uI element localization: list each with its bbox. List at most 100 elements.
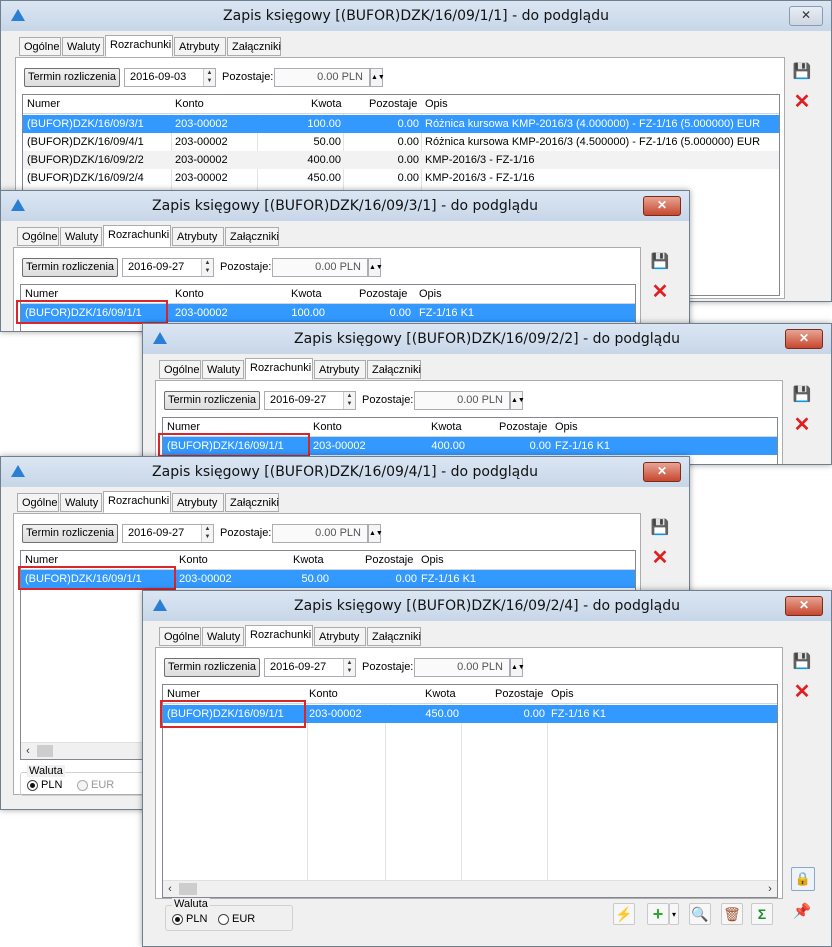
table-row[interactable]: (BUFOR)DZK/16/09/2/2 203-00002 400.00 0.… bbox=[23, 151, 779, 169]
dropdown-arrow-icon[interactable]: ▾ bbox=[669, 903, 679, 925]
close-icon[interactable]: ✕ bbox=[785, 329, 823, 349]
scroll-thumb[interactable] bbox=[37, 745, 53, 757]
close-icon[interactable]: ✕ bbox=[789, 6, 823, 26]
tab-zalaczniki[interactable]: Załączniki bbox=[367, 627, 421, 646]
tab-ogolne[interactable]: Ogólne bbox=[159, 627, 201, 646]
tab-atrybuty[interactable]: Atrybuty bbox=[314, 360, 366, 379]
tab-rozrachunki[interactable]: Rozrachunki bbox=[245, 358, 313, 380]
close-icon[interactable]: ✕ bbox=[643, 462, 681, 482]
close-icon[interactable]: ✕ bbox=[785, 596, 823, 616]
floppy-disk-icon[interactable]: 💾 bbox=[791, 61, 813, 83]
tab-ogolne[interactable]: Ogólne bbox=[19, 37, 61, 56]
tab-ogolne[interactable]: Ogólne bbox=[159, 360, 201, 379]
tab-atrybuty[interactable]: Atrybuty bbox=[172, 227, 224, 246]
tab-rozrachunki[interactable]: Rozrachunki bbox=[103, 225, 171, 247]
tab-rozrachunki[interactable]: Rozrachunki bbox=[103, 491, 171, 513]
col-pozostaje[interactable]: Pozostaje bbox=[359, 285, 407, 303]
spin-icon[interactable]: ▲▼ bbox=[343, 392, 355, 409]
date-field[interactable]: 2016-09-27 ▲ ▼ bbox=[264, 658, 356, 677]
radio-eur[interactable] bbox=[218, 914, 229, 925]
tab-ogolne[interactable]: Ogólne bbox=[17, 493, 59, 512]
tab-waluty[interactable]: Waluty bbox=[62, 37, 104, 56]
col-konto[interactable]: Konto bbox=[179, 551, 208, 569]
tab-ogolne[interactable]: Ogólne bbox=[17, 227, 59, 246]
col-kwota[interactable]: Kwota bbox=[425, 685, 456, 703]
spin-icon[interactable]: ▲▼ bbox=[203, 69, 215, 86]
tab-waluty[interactable]: Waluty bbox=[60, 493, 102, 512]
tab-zalaczniki[interactable]: Załączniki bbox=[227, 37, 281, 56]
tab-atrybuty[interactable]: Atrybuty bbox=[174, 37, 226, 56]
table-row[interactable]: (BUFOR)DZK/16/09/2/4 203-00002 450.00 0.… bbox=[23, 169, 779, 187]
col-numer[interactable]: Numer bbox=[27, 95, 60, 113]
col-konto[interactable]: Konto bbox=[313, 418, 342, 436]
col-opis[interactable]: Opis bbox=[419, 285, 442, 303]
date-field[interactable]: 2016-09-27 ▲ ▼ bbox=[122, 524, 214, 543]
pin-icon[interactable]: 📌 bbox=[791, 901, 813, 923]
tab-waluty[interactable]: Waluty bbox=[60, 227, 102, 246]
tab-zalaczniki[interactable]: Załączniki bbox=[367, 360, 421, 379]
termin-rozliczenia-button[interactable]: Termin rozliczenia bbox=[22, 524, 118, 543]
red-x-icon[interactable]: ✕ bbox=[791, 681, 813, 703]
tab-waluty[interactable]: Waluty bbox=[202, 627, 244, 646]
scroll-right-icon[interactable]: › bbox=[763, 881, 777, 897]
close-icon[interactable]: ✕ bbox=[643, 196, 681, 216]
sigma-icon[interactable]: Σ bbox=[751, 903, 773, 925]
table-row[interactable]: (BUFOR)DZK/16/09/3/1 203-00002 100.00 0.… bbox=[23, 115, 779, 133]
spin-icon[interactable]: ▲▼ bbox=[368, 258, 383, 277]
floppy-disk-icon[interactable]: 💾 bbox=[791, 384, 813, 406]
col-opis[interactable]: Opis bbox=[551, 685, 574, 703]
col-pozostaje[interactable]: Pozostaje bbox=[365, 551, 413, 569]
red-x-icon[interactable]: ✕ bbox=[649, 281, 671, 303]
tab-zalaczniki[interactable]: Załączniki bbox=[225, 227, 279, 246]
green-plus-icon[interactable]: + bbox=[647, 903, 669, 925]
red-x-icon[interactable]: ✕ bbox=[649, 547, 671, 569]
date-field[interactable]: 2016-09-27 ▲ ▼ bbox=[122, 258, 214, 277]
floppy-disk-icon[interactable]: 💾 bbox=[649, 517, 671, 539]
horizontal-scrollbar[interactable]: ‹ › bbox=[163, 880, 777, 897]
magnifier-icon[interactable]: 🔍 bbox=[689, 903, 711, 925]
termin-rozliczenia-button[interactable]: Termin rozliczenia bbox=[164, 658, 260, 677]
col-opis[interactable]: Opis bbox=[555, 418, 578, 436]
col-kwota[interactable]: Kwota bbox=[293, 551, 324, 569]
spin-icon[interactable]: ▲▼ bbox=[370, 68, 385, 87]
date-field[interactable]: 2016-09-27 ▲ ▼ bbox=[264, 391, 356, 410]
spin-icon[interactable]: ▲▼ bbox=[343, 659, 355, 676]
termin-rozliczenia-button[interactable]: Termin rozliczenia bbox=[22, 258, 118, 277]
col-kwota[interactable]: Kwota bbox=[431, 418, 462, 436]
spin-icon[interactable]: ▲▼ bbox=[510, 658, 525, 677]
termin-rozliczenia-button[interactable]: Termin rozliczenia bbox=[24, 68, 120, 87]
red-x-icon[interactable]: ✕ bbox=[791, 414, 813, 436]
tab-atrybuty[interactable]: Atrybuty bbox=[314, 627, 366, 646]
col-kwota[interactable]: Kwota bbox=[291, 285, 322, 303]
tab-rozrachunki[interactable]: Rozrachunki bbox=[105, 35, 173, 57]
radio-pln[interactable] bbox=[27, 780, 38, 791]
col-pozostaje[interactable]: Pozostaje bbox=[495, 685, 543, 703]
tab-atrybuty[interactable]: Atrybuty bbox=[172, 493, 224, 512]
spin-icon[interactable]: ▲▼ bbox=[510, 391, 525, 410]
table-row[interactable]: (BUFOR)DZK/16/09/4/1 203-00002 50.00 0.0… bbox=[23, 133, 779, 151]
spin-icon[interactable]: ▲▼ bbox=[201, 259, 213, 276]
spin-icon[interactable]: ▲▼ bbox=[368, 524, 383, 543]
tab-waluty[interactable]: Waluty bbox=[202, 360, 244, 379]
tab-zalaczniki[interactable]: Załączniki bbox=[225, 493, 279, 512]
lock-icon[interactable]: 🔒 bbox=[791, 867, 815, 891]
red-x-icon[interactable]: ✕ bbox=[791, 91, 813, 113]
floppy-disk-icon[interactable]: 💾 bbox=[649, 251, 671, 273]
col-konto[interactable]: Konto bbox=[175, 285, 204, 303]
col-opis[interactable]: Opis bbox=[425, 95, 448, 113]
lightning-icon[interactable]: ⚡ bbox=[613, 903, 635, 925]
scroll-left-icon[interactable]: ‹ bbox=[163, 881, 177, 897]
floppy-disk-icon[interactable]: 💾 bbox=[791, 651, 813, 673]
col-pozostaje[interactable]: Pozostaje bbox=[369, 95, 417, 113]
scroll-left-icon[interactable]: ‹ bbox=[21, 743, 35, 759]
col-kwota[interactable]: Kwota bbox=[311, 95, 342, 113]
tab-rozrachunki[interactable]: Rozrachunki bbox=[245, 625, 313, 647]
col-konto[interactable]: Konto bbox=[309, 685, 338, 703]
col-pozostaje[interactable]: Pozostaje bbox=[499, 418, 547, 436]
radio-pln[interactable] bbox=[172, 914, 183, 925]
spin-icon[interactable]: ▲▼ bbox=[201, 525, 213, 542]
col-opis[interactable]: Opis bbox=[421, 551, 444, 569]
trash-icon[interactable]: 🗑 bbox=[721, 903, 743, 925]
col-konto[interactable]: Konto bbox=[175, 95, 204, 113]
termin-rozliczenia-button[interactable]: Termin rozliczenia bbox=[164, 391, 260, 410]
